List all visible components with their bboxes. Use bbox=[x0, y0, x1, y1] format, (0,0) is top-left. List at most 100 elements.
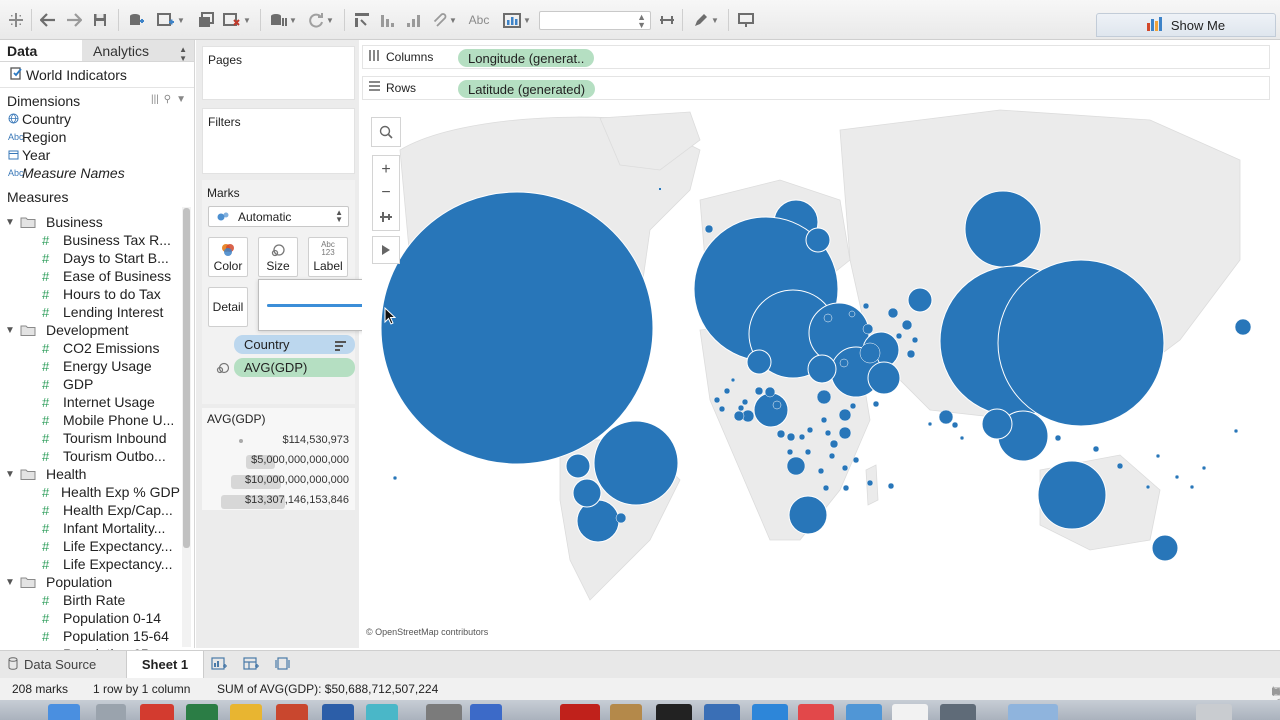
safari-icon[interactable] bbox=[96, 704, 126, 720]
country-mark[interactable] bbox=[737, 404, 745, 412]
excel-icon[interactable] bbox=[186, 704, 218, 720]
country-mark[interactable] bbox=[764, 386, 776, 398]
country-mark[interactable] bbox=[901, 319, 913, 331]
new-datasource-icon[interactable] bbox=[126, 10, 146, 30]
analytics-menu-icon[interactable]: ▲ ▼ bbox=[179, 45, 187, 63]
sort-descending-icon[interactable] bbox=[404, 10, 424, 30]
collapse-icon[interactable]: ▼ bbox=[0, 325, 20, 336]
labels-icon[interactable]: Abc bbox=[468, 10, 490, 30]
map-view[interactable] bbox=[362, 106, 1270, 640]
dimension-field[interactable]: Abc Measure Names bbox=[0, 164, 194, 182]
country-mark[interactable] bbox=[753, 392, 789, 428]
country-mark[interactable] bbox=[1201, 465, 1207, 471]
measure-field[interactable]: # Birth Rate bbox=[0, 591, 180, 609]
country-mark[interactable] bbox=[1174, 474, 1180, 480]
totals-icon[interactable]: ▼ bbox=[500, 10, 534, 30]
folder-health[interactable]: ▼ Health bbox=[0, 465, 180, 483]
latitude-pill[interactable]: Latitude (generated) bbox=[458, 80, 596, 98]
country-mark[interactable] bbox=[772, 400, 782, 410]
map-search-icon[interactable] bbox=[371, 117, 401, 147]
collapse-icon[interactable]: ▼ bbox=[0, 217, 20, 228]
country-mark[interactable] bbox=[1092, 445, 1100, 453]
country-mark[interactable] bbox=[786, 448, 794, 456]
measure-field[interactable]: # GDP bbox=[0, 375, 180, 393]
fit-select[interactable]: ▲ ▼ bbox=[539, 11, 651, 30]
color-button[interactable]: Color bbox=[208, 237, 248, 277]
country-mark[interactable] bbox=[887, 307, 899, 319]
measure-field[interactable]: # Lending Interest bbox=[0, 303, 180, 321]
pause-updates-icon[interactable]: ▼ bbox=[268, 10, 298, 30]
drive-icon[interactable] bbox=[230, 704, 262, 720]
country-mark[interactable] bbox=[741, 398, 749, 406]
country-mark[interactable] bbox=[820, 416, 828, 424]
columns-shelf[interactable]: Columns Longitude (generat.. bbox=[362, 45, 1270, 69]
tableau-dock-icon[interactable] bbox=[940, 704, 976, 720]
data-source-tab[interactable]: Data Source bbox=[0, 651, 124, 678]
system-prefs-icon[interactable] bbox=[426, 704, 462, 720]
country-mark[interactable] bbox=[816, 389, 832, 405]
measure-field[interactable]: # Ease of Business bbox=[0, 267, 180, 285]
map-expand-icon[interactable] bbox=[372, 236, 400, 264]
country-mark[interactable] bbox=[959, 435, 965, 441]
map-canvas[interactable] bbox=[362, 106, 1270, 640]
collapse-icon[interactable]: ▼ bbox=[0, 469, 20, 480]
country-mark[interactable] bbox=[392, 475, 398, 481]
country-mark[interactable] bbox=[572, 478, 602, 508]
mail-icon[interactable] bbox=[752, 704, 788, 720]
country-mark[interactable] bbox=[754, 386, 764, 396]
measure-field[interactable]: # Tourism Outbo... bbox=[0, 447, 180, 465]
acrobat-icon[interactable] bbox=[560, 704, 600, 720]
sheet-1-tab[interactable]: Sheet 1 bbox=[126, 651, 204, 678]
country-mark[interactable] bbox=[1116, 462, 1124, 470]
country-mark[interactable] bbox=[1234, 318, 1252, 336]
country-mark[interactable] bbox=[906, 349, 916, 359]
measure-field[interactable]: # Health Exp/Cap... bbox=[0, 501, 180, 519]
new-story-tab-icon[interactable] bbox=[275, 657, 291, 671]
country-mark[interactable] bbox=[1189, 484, 1195, 490]
group-icon[interactable]: ▼ bbox=[430, 10, 460, 30]
country-mark[interactable] bbox=[964, 190, 1042, 268]
country-mark[interactable] bbox=[718, 405, 726, 413]
country-mark[interactable] bbox=[1151, 534, 1179, 562]
sort-ascending-icon[interactable] bbox=[378, 10, 398, 30]
label-button[interactable]: Abc 123 Label bbox=[308, 237, 348, 277]
pages-shelf[interactable]: Pages bbox=[202, 46, 355, 100]
country-mark[interactable] bbox=[838, 408, 852, 422]
finder-icon[interactable] bbox=[48, 704, 80, 720]
country-mark[interactable] bbox=[895, 332, 903, 340]
country-mark[interactable] bbox=[730, 377, 736, 383]
country-pill[interactable]: Country bbox=[234, 335, 355, 354]
country-mark[interactable] bbox=[786, 456, 806, 476]
longitude-pill[interactable]: Longitude (generat.. bbox=[458, 49, 595, 67]
measure-field[interactable]: # Days to Start B... bbox=[0, 249, 180, 267]
country-mark[interactable] bbox=[911, 336, 919, 344]
country-mark[interactable] bbox=[723, 387, 731, 395]
dimension-field[interactable]: Country bbox=[0, 110, 194, 128]
country-mark[interactable] bbox=[867, 361, 901, 395]
country-mark[interactable] bbox=[838, 426, 852, 440]
highlight-icon[interactable]: ▼ bbox=[690, 10, 722, 30]
country-mark[interactable] bbox=[806, 426, 814, 434]
duplicate-sheet-icon[interactable] bbox=[196, 10, 216, 30]
country-mark[interactable] bbox=[848, 310, 856, 318]
measure-field[interactable]: # Internet Usage bbox=[0, 393, 180, 411]
country-mark[interactable] bbox=[852, 456, 860, 464]
country-mark[interactable] bbox=[658, 187, 662, 191]
country-mark[interactable] bbox=[1054, 434, 1062, 442]
app-icon[interactable] bbox=[366, 704, 398, 720]
country-mark[interactable] bbox=[713, 396, 721, 404]
country-mark[interactable] bbox=[615, 512, 627, 524]
country-mark[interactable] bbox=[798, 433, 806, 441]
rows-shelf[interactable]: Rows Latitude (generated) bbox=[362, 76, 1270, 100]
music-icon[interactable] bbox=[798, 704, 834, 720]
country-mark[interactable] bbox=[938, 409, 954, 425]
measure-field[interactable]: # Infant Mortality... bbox=[0, 519, 180, 537]
messages-icon[interactable] bbox=[846, 704, 882, 720]
presentation-icon[interactable] bbox=[736, 10, 756, 30]
terminal-icon[interactable] bbox=[656, 704, 692, 720]
country-mark[interactable] bbox=[849, 402, 857, 410]
country-mark[interactable] bbox=[704, 224, 714, 234]
new-worksheet-tab-icon[interactable] bbox=[211, 657, 227, 671]
fix-axes-icon[interactable] bbox=[658, 10, 676, 30]
country-mark[interactable] bbox=[380, 191, 654, 465]
